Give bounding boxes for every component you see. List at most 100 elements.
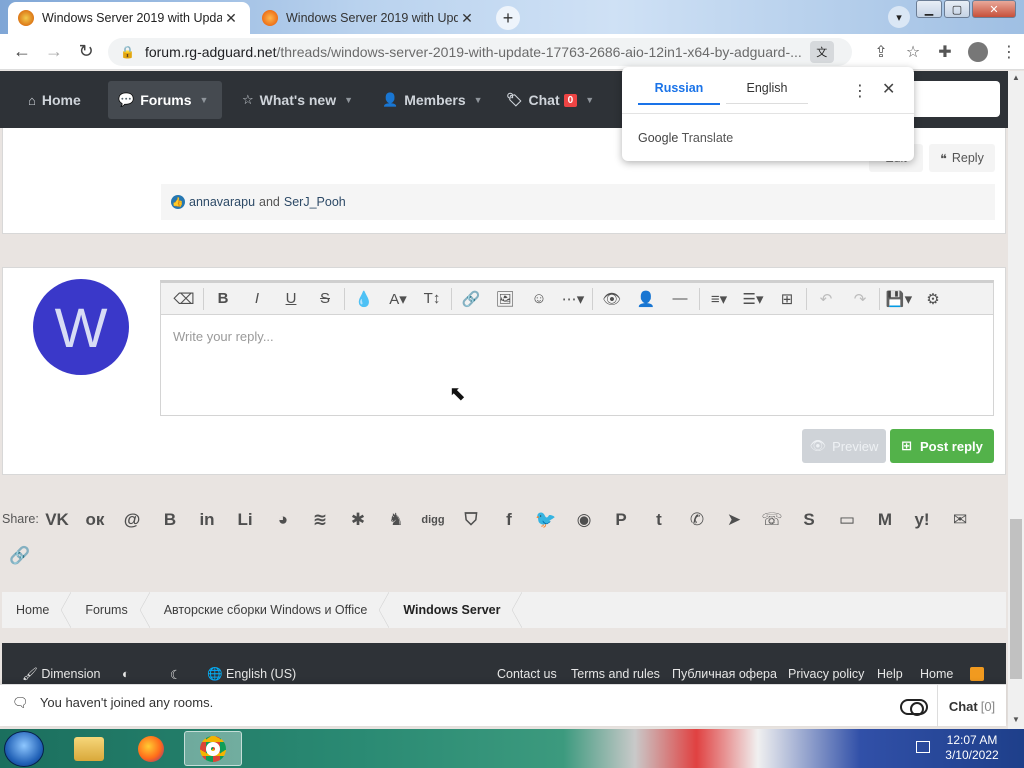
- system-clock[interactable]: 12:07 AM 3/10/2022: [940, 733, 1004, 763]
- strikethrough-icon[interactable]: S: [308, 286, 342, 312]
- redo-icon[interactable]: ↷: [843, 286, 877, 312]
- breadcrumb-current[interactable]: Windows Server: [389, 592, 523, 628]
- reaction-user-link[interactable]: SerJ_Pooh: [284, 195, 346, 209]
- italic-icon[interactable]: I: [240, 286, 274, 312]
- twitter-icon[interactable]: 🐦: [533, 507, 559, 533]
- reload-icon[interactable]: ↻: [70, 41, 102, 62]
- align-icon[interactable]: ≡▾: [702, 286, 736, 312]
- vk-icon[interactable]: VK: [44, 507, 70, 533]
- smilie-icon[interactable]: ☺: [522, 286, 556, 312]
- translate-tab-russian[interactable]: Russian: [638, 81, 720, 105]
- preview-button[interactable]: 👁 Preview: [802, 429, 886, 463]
- vertical-scrollbar[interactable]: ▲ ▼: [1008, 71, 1024, 729]
- minimize-button[interactable]: ▁: [916, 0, 942, 18]
- horizontal-rule-icon[interactable]: —: [663, 286, 697, 312]
- scroll-up-icon[interactable]: ▲: [1008, 73, 1024, 82]
- address-bar[interactable]: 🔒 forum.rg-adguard.net /threads/windows-…: [108, 38, 852, 66]
- chevron-down-icon[interactable]: ▼: [474, 95, 483, 105]
- footer-link-privacy[interactable]: Privacy policy: [788, 667, 864, 681]
- bold-icon[interactable]: B: [206, 286, 240, 312]
- close-icon[interactable]: ✕: [882, 79, 895, 99]
- close-tab-icon[interactable]: ✕: [458, 10, 476, 27]
- style-toggle-icon[interactable]: ◐: [122, 667, 130, 681]
- pinterest-icon[interactable]: P: [608, 507, 634, 533]
- search-input[interactable]: [904, 81, 1000, 117]
- table-icon[interactable]: ⊞: [770, 286, 804, 312]
- buffer-icon[interactable]: ≋: [307, 507, 333, 533]
- odnoklassniki-icon[interactable]: ок: [82, 507, 108, 533]
- more-vert-icon[interactable]: ⋮: [852, 81, 868, 101]
- pocket-icon[interactable]: ⛉: [458, 507, 484, 533]
- nav-forums[interactable]: 💬 Forums ▼: [108, 81, 222, 119]
- scrollbar-thumb[interactable]: [1010, 519, 1022, 679]
- browser-tab-active[interactable]: Windows Server 2019 with Upda ✕: [8, 2, 250, 34]
- gmail-icon[interactable]: M: [872, 507, 898, 533]
- list-icon[interactable]: ☰▾: [736, 286, 770, 312]
- nav-home[interactable]: ⌂ Home: [18, 81, 91, 119]
- blogger-icon[interactable]: B: [157, 507, 183, 533]
- asterisk-icon[interactable]: ✱: [345, 507, 371, 533]
- viber-icon[interactable]: ☏: [759, 507, 785, 533]
- skype-icon[interactable]: S: [796, 507, 822, 533]
- start-button[interactable]: [4, 731, 44, 767]
- settings-gear-icon[interactable]: ⚙: [916, 286, 950, 312]
- insert-link-icon[interactable]: 🔗: [454, 286, 488, 312]
- nav-whats-new[interactable]: ☆ What's new ▼: [232, 81, 363, 119]
- moon-icon[interactable]: ☾: [170, 667, 181, 682]
- drafts-icon[interactable]: 💾▾: [882, 286, 916, 312]
- linkedin-icon[interactable]: in: [194, 507, 220, 533]
- chevron-down-icon[interactable]: ▼: [200, 95, 209, 105]
- reply-textarea[interactable]: Write your reply...: [160, 315, 994, 416]
- bookmark-star-icon[interactable]: ☆: [904, 42, 922, 67]
- chevron-down-icon[interactable]: ▼: [344, 95, 353, 105]
- font-family-icon[interactable]: A▾: [381, 286, 415, 312]
- footer-link-contact[interactable]: Contact us: [497, 667, 557, 681]
- breadcrumb-forums[interactable]: Forums: [71, 592, 151, 628]
- profile-avatar-icon[interactable]: [968, 42, 988, 67]
- footer-link-home[interactable]: Home: [920, 667, 953, 681]
- insert-image-icon[interactable]: 🖼: [488, 286, 522, 312]
- reaction-user-link[interactable]: annavarapu: [189, 195, 255, 209]
- evernote-icon[interactable]: ♞: [383, 507, 409, 533]
- hide-content-icon[interactable]: 👤: [629, 286, 663, 312]
- reply-button[interactable]: ❝ Reply: [929, 144, 995, 172]
- more-options-icon[interactable]: ⋯▾: [556, 286, 590, 312]
- chrome-taskbar-button[interactable]: [184, 731, 242, 766]
- rss-icon[interactable]: [970, 667, 984, 681]
- footer-link-terms[interactable]: Terms and rules: [571, 667, 660, 681]
- tumblr-icon[interactable]: t: [646, 507, 672, 533]
- underline-icon[interactable]: U: [274, 286, 308, 312]
- footer-link-help[interactable]: Help: [877, 667, 903, 681]
- spoiler-hide-icon[interactable]: 👁: [595, 286, 629, 312]
- browser-globe-icon[interactable]: ◕: [270, 507, 296, 533]
- breadcrumb-home[interactable]: Home: [2, 592, 72, 628]
- breadcrumb-category[interactable]: Авторские сборки Windows и Office: [150, 592, 390, 628]
- explorer-taskbar-button[interactable]: [60, 731, 118, 766]
- text-color-icon[interactable]: 💧: [347, 286, 381, 312]
- font-size-icon[interactable]: T↕: [415, 286, 449, 312]
- footer-link-offer[interactable]: Публичная офера: [672, 667, 777, 681]
- network-icon[interactable]: [916, 741, 930, 753]
- yahoo-icon[interactable]: y!: [909, 507, 935, 533]
- post-reply-button[interactable]: ⊞ Post reply: [890, 429, 994, 463]
- chat-toggle[interactable]: [900, 699, 928, 716]
- nav-chat[interactable]: 🏷 Chat 0 ▼: [496, 81, 604, 119]
- at-mail-icon[interactable]: @: [119, 507, 145, 533]
- chevron-down-icon[interactable]: ▼: [585, 95, 594, 105]
- language-link[interactable]: 🌐 English (US): [207, 667, 296, 682]
- clear-formatting-icon[interactable]: ⌫: [167, 286, 201, 312]
- avatar[interactable]: W: [33, 279, 129, 375]
- digg-icon[interactable]: digg: [420, 507, 446, 533]
- share-icon[interactable]: ⇪: [872, 42, 890, 67]
- firefox-taskbar-button[interactable]: [122, 731, 180, 766]
- facebook-icon[interactable]: f: [496, 507, 522, 533]
- google-translate-icon[interactable]: 文: [809, 41, 834, 63]
- nav-members[interactable]: 👤 Members ▼: [372, 81, 493, 119]
- email-icon[interactable]: ✉: [947, 507, 973, 533]
- extensions-puzzle-icon[interactable]: ✚: [936, 42, 954, 67]
- line-icon[interactable]: ▭: [834, 507, 860, 533]
- tab-search-icon[interactable]: ▾: [888, 6, 910, 28]
- translate-tab-english[interactable]: English: [726, 81, 808, 104]
- link-icon[interactable]: 🔗: [7, 543, 33, 569]
- maximize-button[interactable]: ▢: [944, 0, 970, 18]
